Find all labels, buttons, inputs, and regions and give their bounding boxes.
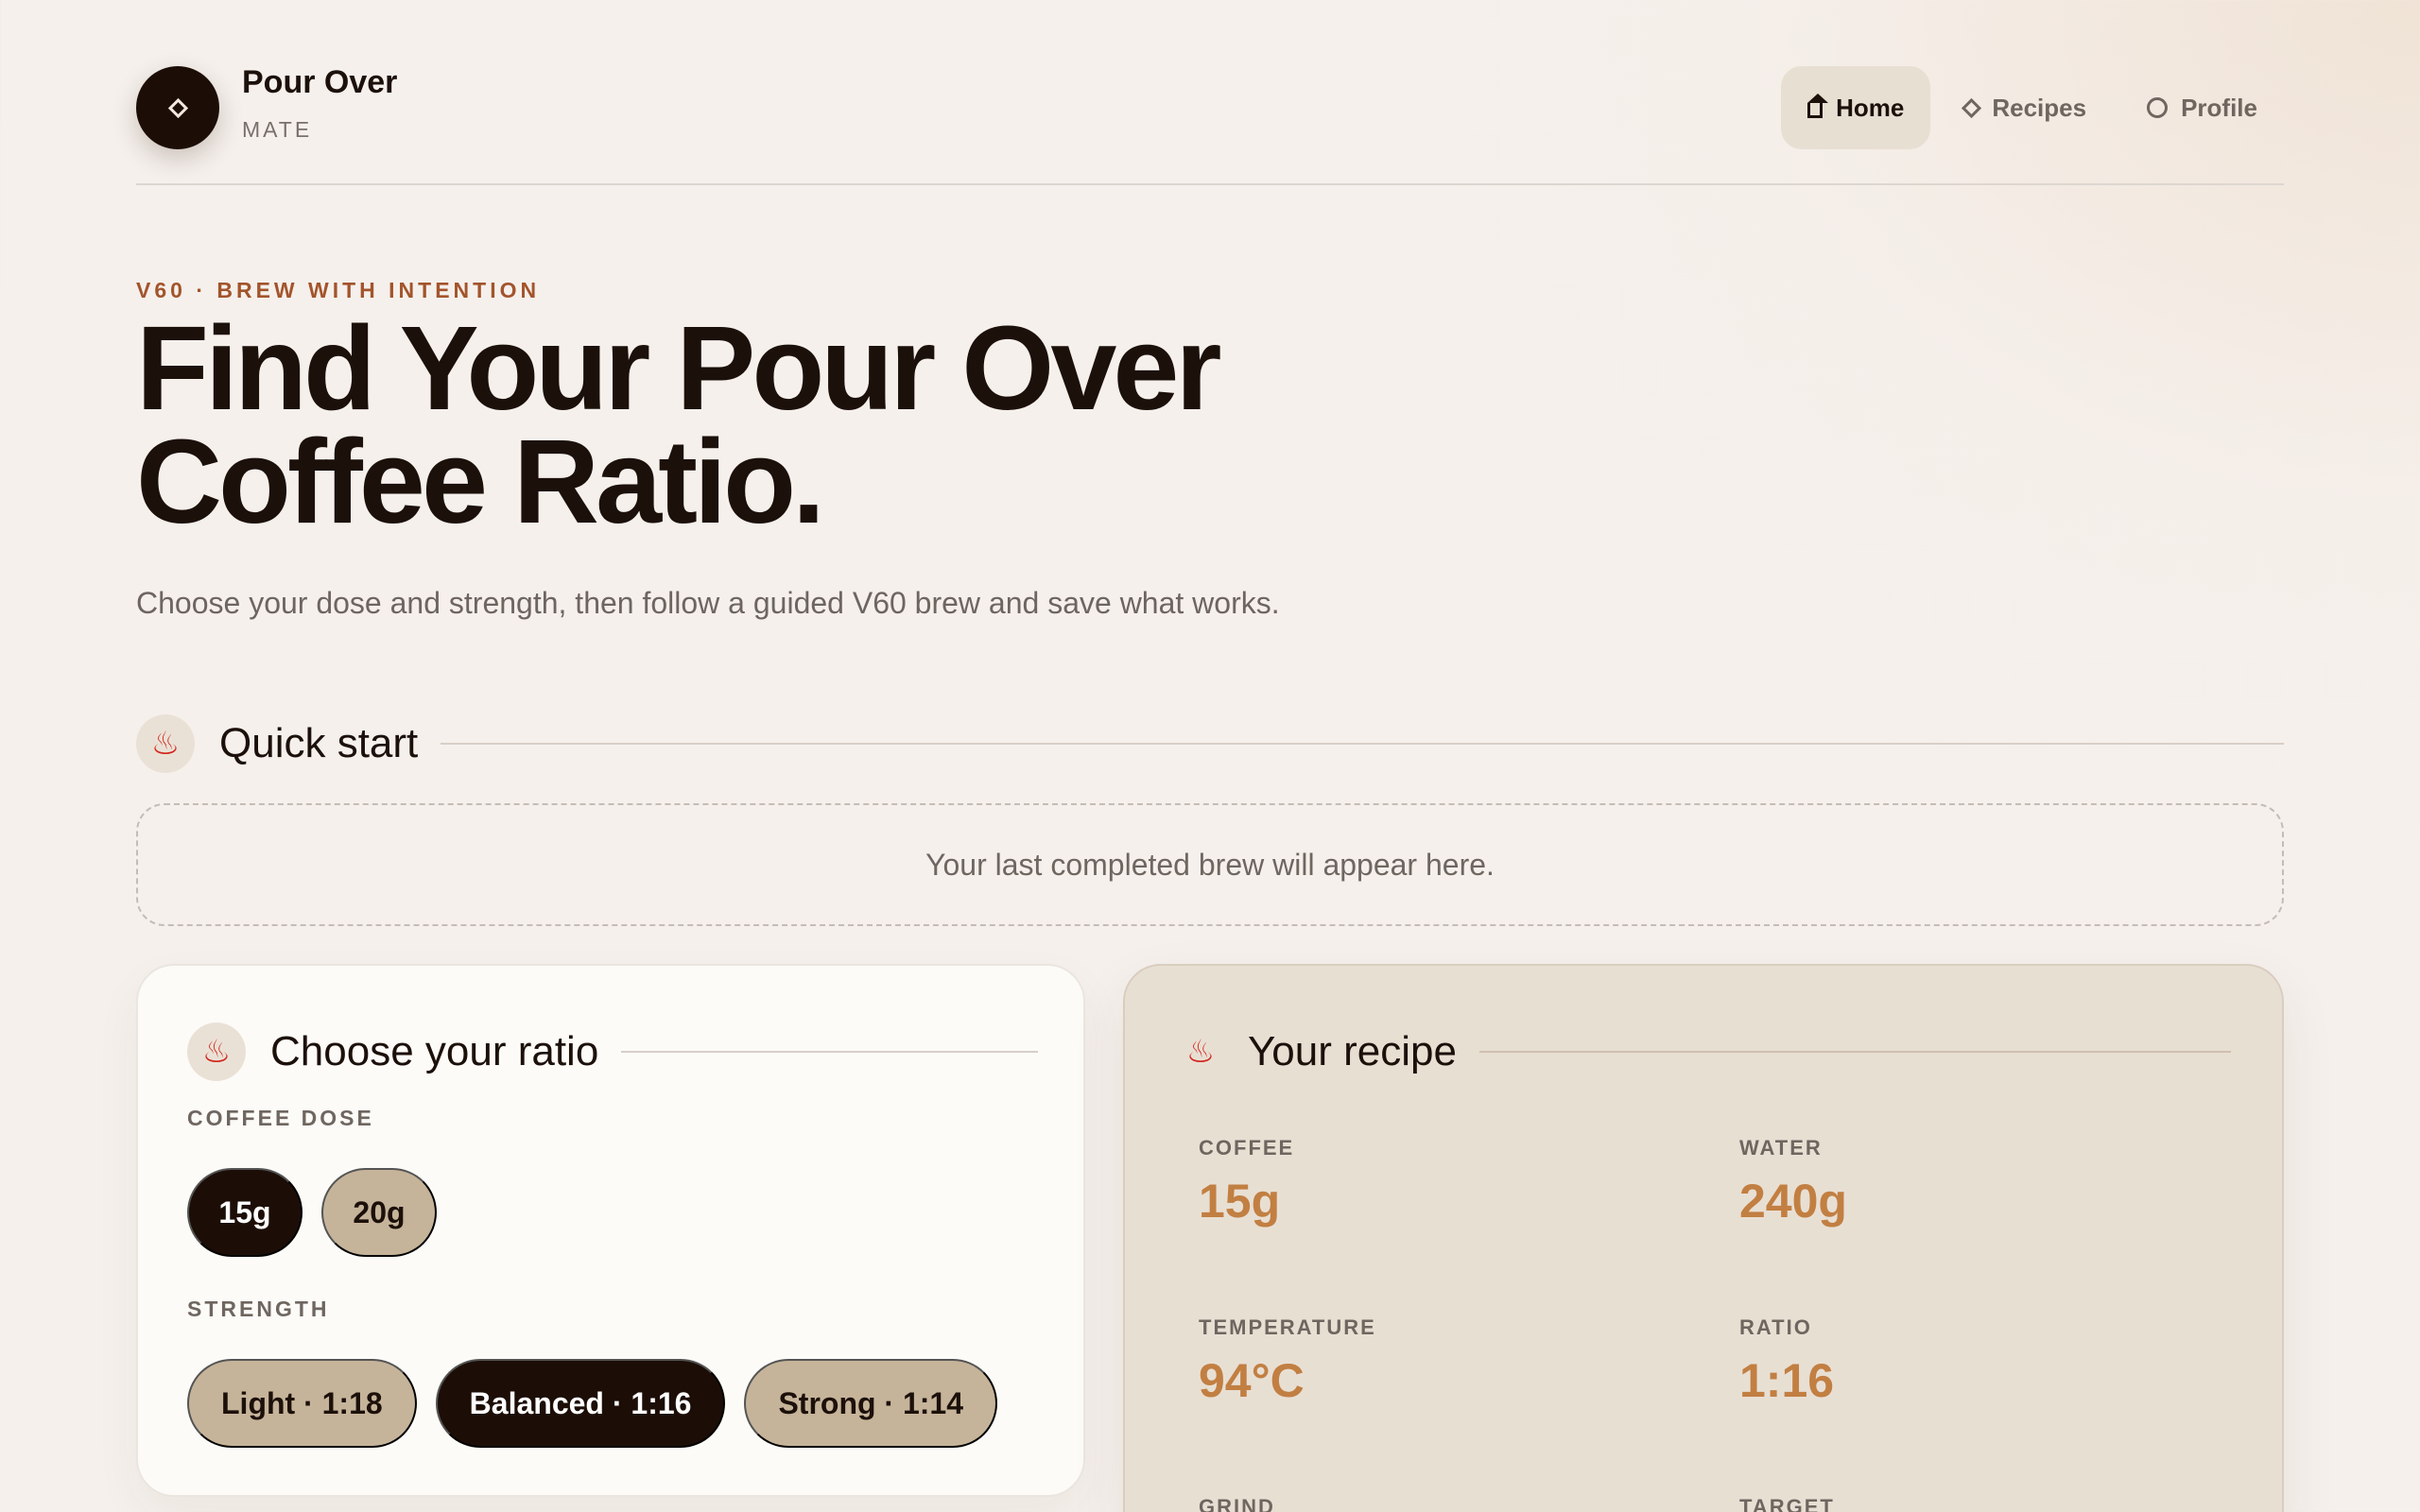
main-nav: Home Recipes Profile (1781, 66, 2284, 149)
home-icon (1807, 94, 1829, 118)
quick-start-title: Quick start (219, 720, 419, 766)
recipe-stat-temperature: TEMPERATURE 94°C (1199, 1315, 1376, 1408)
nav-item-home[interactable]: Home (1781, 66, 1931, 149)
steam-icon: ♨ (187, 1022, 246, 1081)
ratio-card: ♨ Choose your ratio COFFEE DOSE 15g 20g … (136, 964, 1085, 1497)
stat-label: GRIND (1199, 1495, 1275, 1512)
recipe-card-title: Your recipe (1248, 1028, 1457, 1074)
circle-icon (2147, 97, 2169, 118)
logo-diamond-icon (167, 97, 188, 118)
brand-subtitle: MATE (242, 117, 313, 142)
coffee-dose-options: 15g 20g (187, 1168, 437, 1257)
recipe-card: ♨ Your recipe COFFEE 15g WATER 240g TEMP… (1123, 964, 2284, 1512)
page: Pour Over MATE Home Recipes Profile V60 … (136, 0, 2284, 1512)
stat-label: WATER (1739, 1136, 1823, 1160)
quick-start-header: ♨ Quick start (136, 714, 2284, 773)
stat-value: 1:16 (1739, 1354, 1835, 1407)
steam-icon: ♨ (136, 714, 195, 773)
strength-options: Light · 1:18 Balanced · 1:16 Strong · 1:… (187, 1359, 998, 1448)
strength-option-strong[interactable]: Strong · 1:14 (744, 1359, 998, 1448)
stat-label: TEMPERATURE (1199, 1315, 1376, 1339)
recipe-stat-grind: GRIND (1199, 1495, 1275, 1512)
nav-item-profile[interactable]: Profile (2120, 66, 2284, 149)
recipe-stat-water: WATER 240g (1739, 1136, 1847, 1228)
dose-option-20g[interactable]: 20g (321, 1168, 437, 1257)
nav-item-label: Profile (2181, 93, 2257, 122)
steam-icon: ♨ (1185, 1034, 1216, 1070)
quick-start-empty-state: Your last completed brew will appear her… (136, 803, 2284, 926)
strength-label: STRENGTH (187, 1297, 330, 1321)
stat-value: 15g (1199, 1175, 1281, 1228)
divider (1478, 1051, 2231, 1053)
logo[interactable] (136, 66, 219, 149)
quick-start-empty-text: Your last completed brew will appear her… (925, 847, 1495, 882)
diamond-icon (1962, 97, 1982, 118)
recipe-card-header: ♨ Your recipe (1182, 1022, 2231, 1081)
divider (621, 1051, 1038, 1053)
ratio-card-title: Choose your ratio (270, 1028, 599, 1074)
dose-option-15g[interactable]: 15g (187, 1168, 302, 1257)
divider (441, 743, 2284, 745)
stat-label: COFFEE (1199, 1136, 1295, 1160)
hero-eyebrow: V60 · BREW WITH INTENTION (136, 278, 541, 302)
recipe-stat-ratio: RATIO 1:16 (1739, 1315, 1834, 1408)
stat-label: TARGET (1739, 1495, 1835, 1512)
strength-option-balanced[interactable]: Balanced · 1:16 (435, 1359, 726, 1448)
nav-item-recipes[interactable]: Recipes (1938, 66, 2113, 149)
stat-value: 94°C (1199, 1354, 1305, 1407)
nav-item-label: Recipes (1992, 93, 2087, 122)
hero-subtitle: Choose your dose and strength, then foll… (136, 586, 1280, 620)
ratio-card-header: ♨ Choose your ratio (187, 1022, 1038, 1081)
recipe-stat-target: TARGET (1739, 1495, 1835, 1512)
recipe-stat-coffee: COFFEE 15g (1199, 1136, 1294, 1228)
header: Pour Over MATE Home Recipes Profile (136, 0, 2284, 185)
page-title-line-2: Coffee Ratio. (136, 415, 825, 548)
page-title: Find Your Pour Over Coffee Ratio. (136, 309, 1554, 541)
strength-option-light[interactable]: Light · 1:18 (187, 1359, 417, 1448)
coffee-dose-label: COFFEE DOSE (187, 1106, 374, 1130)
stat-value: 240g (1739, 1175, 1847, 1228)
nav-item-label: Home (1836, 93, 1905, 122)
brand-name: Pour Over (242, 64, 398, 100)
stat-label: RATIO (1739, 1315, 1812, 1339)
